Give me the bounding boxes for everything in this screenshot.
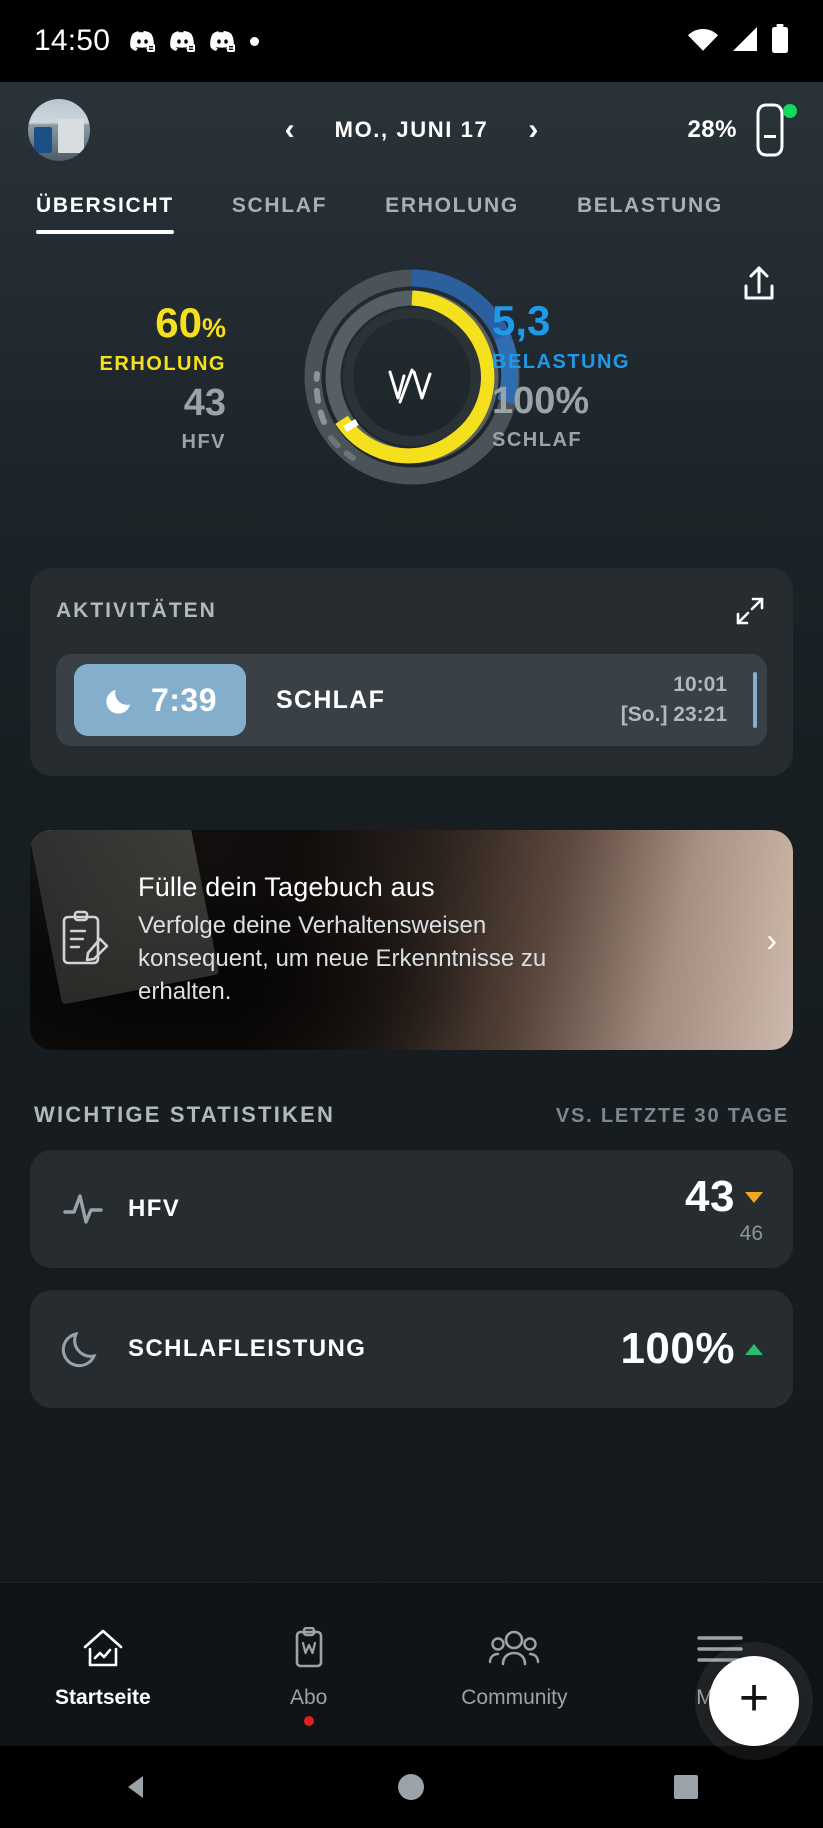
battery-icon — [771, 24, 789, 59]
device-connected-dot — [783, 104, 797, 118]
stat-previous-hrv: 46 — [740, 1222, 763, 1245]
journal-promo-content: Fülle dein Tagebuch aus Verfolge deine V… — [30, 830, 793, 1050]
activity-name: SCHLAF — [276, 686, 385, 715]
journal-promo-text: Fülle dein Tagebuch aus Verfolge deine V… — [138, 872, 762, 1008]
bottom-nav-community[interactable]: Community — [412, 1620, 618, 1710]
tab-erholung[interactable]: ERHOLUNG — [385, 194, 519, 234]
strap-battery-icon — [749, 102, 795, 158]
stat-value-hrv: 43 — [685, 1172, 735, 1222]
abo-badge-dot — [304, 1716, 314, 1726]
hrv-stat[interactable]: 43 HFV — [96, 384, 226, 452]
bottom-navigation-bar: Startseite Abo Community — [0, 1582, 823, 1746]
sleep-label: SCHLAF — [492, 430, 589, 450]
recents-square-icon[interactable] — [663, 1764, 709, 1810]
moon-icon — [103, 683, 137, 717]
app-header: ‹ MO., JUNI 17 › 28% — [0, 82, 823, 178]
android-status-bar: 14:50 — [0, 0, 823, 82]
activity-times: 10:01 [So.] 23:21 — [621, 670, 749, 731]
stat-label-sleep-performance: SCHLAFLEISTUNG — [128, 1335, 366, 1363]
trend-down-icon — [745, 1192, 763, 1203]
home-chart-icon — [80, 1626, 126, 1672]
expand-icon[interactable] — [733, 594, 767, 628]
tab-belastung[interactable]: BELASTUNG — [577, 194, 723, 234]
cellular-signal-icon — [731, 25, 759, 58]
section-tabs: ÜBERSICHT SCHLAF ERHOLUNG BELASTUNG — [0, 178, 823, 234]
next-day-button[interactable]: › — [522, 111, 544, 149]
bottom-nav-label-startseite: Startseite — [55, 1686, 151, 1710]
current-date-label: MO., JUNI 17 — [335, 117, 489, 143]
battery-percent-label: 28% — [687, 116, 737, 144]
recovery-unit: % — [202, 313, 226, 343]
activity-timeline-bar — [753, 672, 757, 728]
discord-icon — [170, 30, 196, 52]
tab-uebersicht[interactable]: ÜBERSICHT — [36, 194, 174, 234]
status-bar-clock: 14:50 — [34, 24, 110, 58]
hrv-value: 43 — [96, 384, 226, 422]
people-icon — [488, 1626, 540, 1672]
android-system-nav — [0, 1746, 823, 1828]
wifi-icon — [687, 25, 719, 58]
home-circle-icon[interactable] — [388, 1764, 434, 1810]
sleep-stat[interactable]: 100% SCHLAF — [492, 382, 589, 450]
dot-icon — [250, 37, 259, 46]
clipboard-w-icon — [289, 1626, 329, 1672]
bottom-nav-label-abo: Abo — [290, 1686, 327, 1710]
status-bar-notification-icons — [130, 30, 259, 52]
stat-value-row: 43 — [685, 1172, 763, 1222]
stat-card-hrv[interactable]: HFV 43 46 — [30, 1150, 793, 1268]
bottom-nav-label-community: Community — [461, 1686, 567, 1710]
recovery-stat[interactable]: 60% ERHOLUNG — [96, 302, 226, 374]
recovery-label: ERHOLUNG — [96, 354, 226, 374]
activity-end-time: 10:01 — [621, 670, 727, 700]
app-screen: ‹ MO., JUNI 17 › 28% ÜBERSICHT SCHLAF ER… — [0, 82, 823, 1664]
stat-label-hrv: HFV — [128, 1195, 180, 1223]
plus-icon: + — [739, 1672, 769, 1724]
status-bar-system-icons — [687, 24, 789, 59]
trend-up-icon — [745, 1344, 763, 1355]
stat-card-sleep-performance[interactable]: SCHLAFLEISTUNG 100% — [30, 1290, 793, 1408]
key-statistics-comparison: VS. LETZTE 30 TAGE — [556, 1105, 789, 1128]
activity-duration: 7:39 — [151, 682, 217, 719]
device-battery-indicator[interactable]: 28% — [687, 102, 795, 158]
activity-start-time: [So.] 23:21 — [621, 700, 727, 730]
journal-promo-card[interactable]: Fülle dein Tagebuch aus Verfolge deine V… — [30, 830, 793, 1050]
avatar[interactable] — [28, 99, 90, 161]
tab-schlaf[interactable]: SCHLAF — [232, 194, 327, 234]
stat-value-sleep-performance: 100% — [620, 1324, 735, 1374]
discord-icon — [130, 30, 156, 52]
journal-promo-title: Fülle dein Tagebuch aus — [138, 872, 762, 903]
discord-icon — [210, 30, 236, 52]
activities-card: AKTIVITÄTEN 7:39 SCHLAF 10:01 [So — [30, 568, 793, 776]
back-triangle-icon[interactable] — [114, 1764, 160, 1810]
whoop-logo — [384, 364, 440, 415]
chevron-right-icon[interactable]: › — [766, 922, 777, 959]
activity-duration-pill: 7:39 — [74, 664, 246, 736]
stat-value-row: 100% — [620, 1324, 763, 1374]
strain-stat[interactable]: 5,3 BELASTUNG — [492, 300, 630, 372]
journal-icon — [54, 909, 112, 971]
bottom-nav-abo[interactable]: Abo — [206, 1620, 412, 1710]
hrv-label: HFV — [96, 432, 226, 452]
strain-value: 5,3 — [492, 300, 630, 342]
activities-card-header: AKTIVITÄTEN — [56, 594, 767, 628]
moon-outline-icon — [60, 1326, 106, 1372]
journal-promo-description: Verfolge deine Verhaltensweisen konseque… — [138, 909, 568, 1008]
key-statistics-header: WICHTIGE STATISTIKEN VS. LETZTE 30 TAGE — [34, 1102, 789, 1128]
share-icon[interactable] — [737, 262, 781, 306]
previous-day-button[interactable]: ‹ — [279, 111, 301, 149]
strain-label: BELASTUNG — [492, 352, 630, 372]
hrv-wave-icon — [60, 1186, 106, 1232]
key-statistics-title: WICHTIGE STATISTIKEN — [34, 1102, 335, 1128]
activity-row-sleep[interactable]: 7:39 SCHLAF 10:01 [So.] 23:21 — [56, 654, 767, 746]
sleep-value: 100% — [492, 382, 589, 420]
stat-value-group-hrv: 43 46 — [685, 1172, 763, 1246]
overview-rings: 60% ERHOLUNG 43 HFV 5,3 BELASTUNG 100% S… — [0, 262, 823, 522]
stat-value-group-sleep: 100% — [620, 1324, 763, 1374]
add-button[interactable]: + — [709, 1656, 799, 1746]
activities-title: AKTIVITÄTEN — [56, 599, 217, 623]
bottom-nav-startseite[interactable]: Startseite — [0, 1620, 206, 1710]
recovery-value: 60 — [155, 299, 202, 346]
